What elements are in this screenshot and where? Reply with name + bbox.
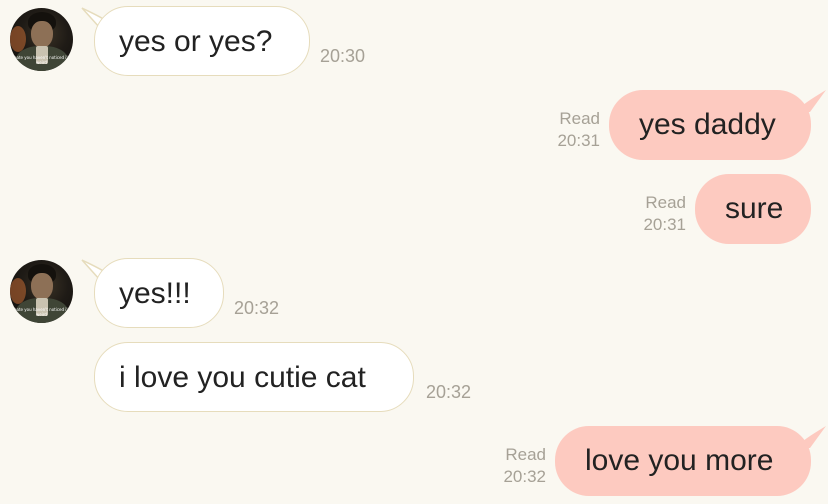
message-text: yes or yes?: [119, 25, 273, 58]
message-time: 20:32: [426, 382, 472, 402]
message-bubble[interactable]: sure: [695, 174, 811, 244]
message-time: 20:32: [234, 298, 280, 318]
message-time: 20:32: [503, 467, 546, 486]
message-bubble[interactable]: yes daddy: [609, 90, 811, 160]
read-status: Read: [645, 193, 686, 212]
avatar-caption: i hate you haven't noticed i'm weird: [11, 307, 72, 317]
avatar-caption: i hate you haven't noticed i'm weird: [11, 55, 72, 65]
contact-avatar[interactable]: i hate you haven't noticed i'm weird: [10, 8, 73, 71]
message-time: 20:30: [320, 46, 366, 66]
message-bubble[interactable]: yes or yes?: [94, 6, 310, 76]
contact-avatar[interactable]: i hate you haven't noticed i'm weird: [10, 260, 73, 323]
message-text: love you more: [585, 444, 774, 477]
read-receipt: Read 20:31: [540, 108, 600, 152]
read-status: Read: [559, 109, 600, 128]
message-bubble[interactable]: i love you cutie cat: [94, 342, 414, 412]
bubble-tail: [794, 426, 826, 448]
message-bubble[interactable]: love you more: [555, 426, 811, 496]
message-time: 20:31: [643, 215, 686, 234]
message-time: 20:31: [557, 131, 600, 150]
message-text: sure: [725, 192, 784, 225]
read-receipt: Read 20:32: [486, 444, 546, 488]
message-text: i love you cutie cat: [119, 361, 366, 394]
message-bubble[interactable]: yes!!!: [94, 258, 224, 328]
read-receipt: Read 20:31: [626, 192, 686, 236]
message-text: yes daddy: [639, 108, 776, 141]
bubble-tail: [794, 90, 826, 112]
message-text: yes!!!: [119, 277, 191, 310]
read-status: Read: [505, 445, 546, 464]
